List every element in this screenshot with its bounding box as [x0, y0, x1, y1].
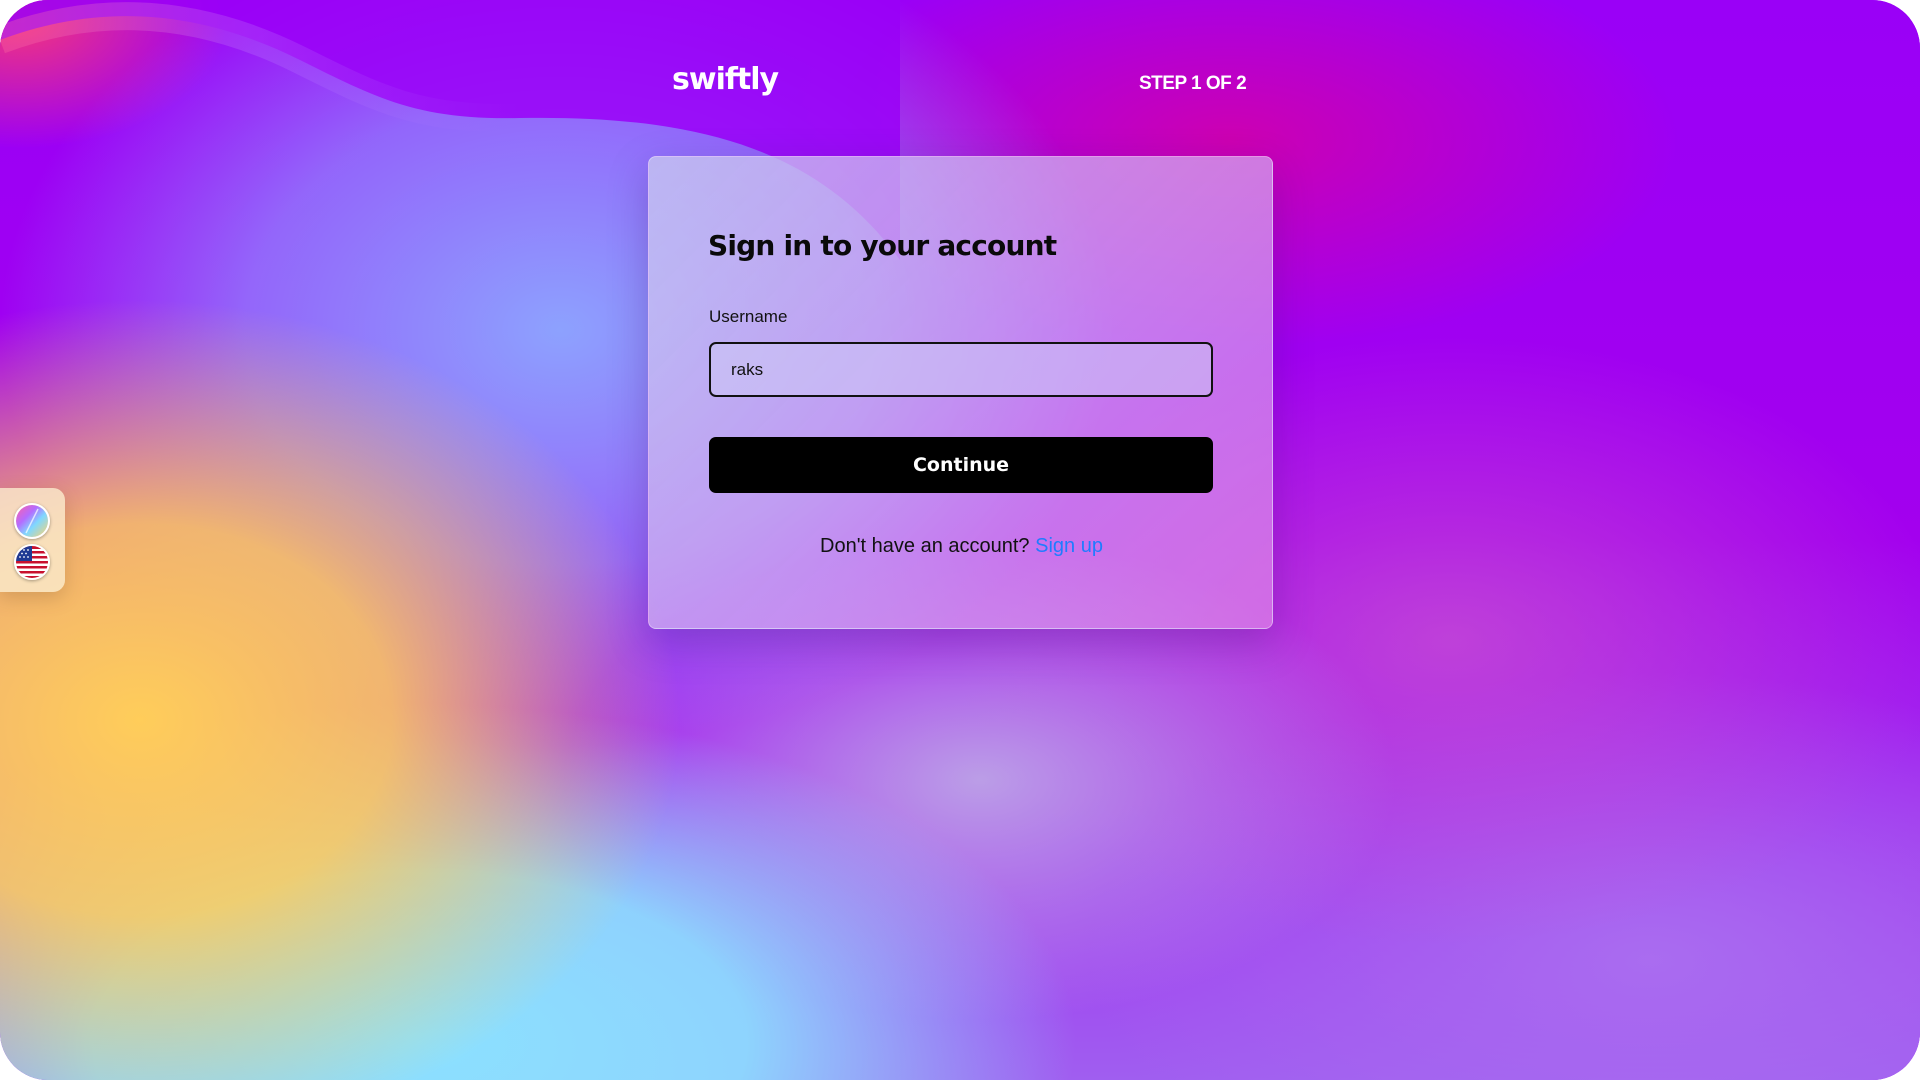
us-flag-icon[interactable]: [14, 544, 50, 580]
continue-button[interactable]: Continue: [709, 437, 1213, 493]
step-indicator: STEP 1 OF 2: [1139, 73, 1247, 94]
brand-logo: swiftly: [672, 62, 779, 97]
signup-link[interactable]: Sign up: [1035, 535, 1103, 557]
theme-palette-graphic: [16, 505, 48, 537]
username-label: Username: [709, 307, 788, 326]
us-flag-graphic: [16, 546, 48, 578]
username-input[interactable]: [709, 342, 1213, 397]
signin-card: Sign in to your account Username Continu…: [648, 156, 1273, 629]
app-window: swiftly STEP 1 OF 2 Sign in to your acco…: [0, 0, 1920, 1080]
signup-prompt: Don't have an account? Sign up: [649, 535, 1274, 558]
side-toolbar: [0, 488, 65, 592]
signin-title: Sign in to your account: [708, 229, 1057, 262]
no-account-text: Don't have an account?: [820, 535, 1030, 557]
theme-palette-icon[interactable]: [14, 503, 50, 539]
